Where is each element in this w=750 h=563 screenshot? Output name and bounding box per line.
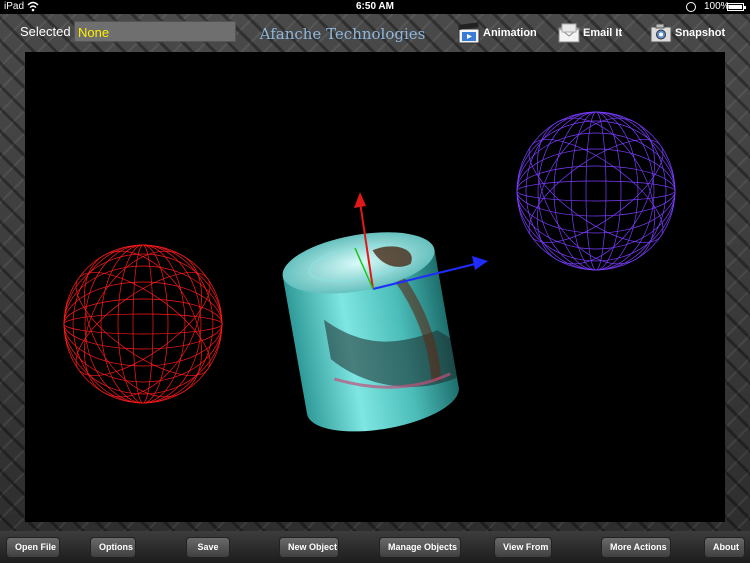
envelope-icon <box>558 23 580 43</box>
clapperboard-icon <box>458 22 480 44</box>
red-wireframe-sphere[interactable] <box>60 231 226 418</box>
battery-icon <box>727 3 746 11</box>
snapshot-button[interactable]: Snapshot <box>650 19 725 47</box>
3d-viewport[interactable] <box>25 52 725 522</box>
status-bar: iPad 6:50 AM 100% <box>0 0 750 14</box>
about-button[interactable]: About <box>704 537 745 558</box>
y-axis-arrow <box>354 192 366 208</box>
manage-objects-button[interactable]: Manage Objects <box>379 537 461 558</box>
animation-label: Animation <box>483 27 537 39</box>
email-it-button[interactable]: Email It <box>558 19 622 47</box>
email-it-label: Email It <box>583 27 623 39</box>
purple-wireframe-sphere[interactable] <box>513 98 679 285</box>
selected-object-field[interactable]: None <box>74 21 236 42</box>
textured-cylinder[interactable] <box>278 222 464 442</box>
orientation-lock-icon <box>686 2 696 12</box>
animation-button[interactable]: Animation <box>458 19 537 47</box>
selected-label: Selected <box>20 24 71 39</box>
more-actions-button[interactable]: More Actions <box>601 537 671 558</box>
options-button[interactable]: Options <box>90 537 136 558</box>
brand-title: Afanche Technologies <box>259 25 426 43</box>
save-button[interactable]: Save <box>186 537 230 558</box>
view-from-button[interactable]: View From <box>494 537 552 558</box>
battery-percent: 100% <box>704 1 730 12</box>
snapshot-label: Snapshot <box>675 27 726 39</box>
status-time: 6:50 AM <box>356 1 394 12</box>
new-object-button[interactable]: New Object <box>279 537 339 558</box>
camera-icon <box>650 23 672 43</box>
x-axis-arrow <box>472 256 488 270</box>
open-file-button[interactable]: Open File <box>6 537 60 558</box>
